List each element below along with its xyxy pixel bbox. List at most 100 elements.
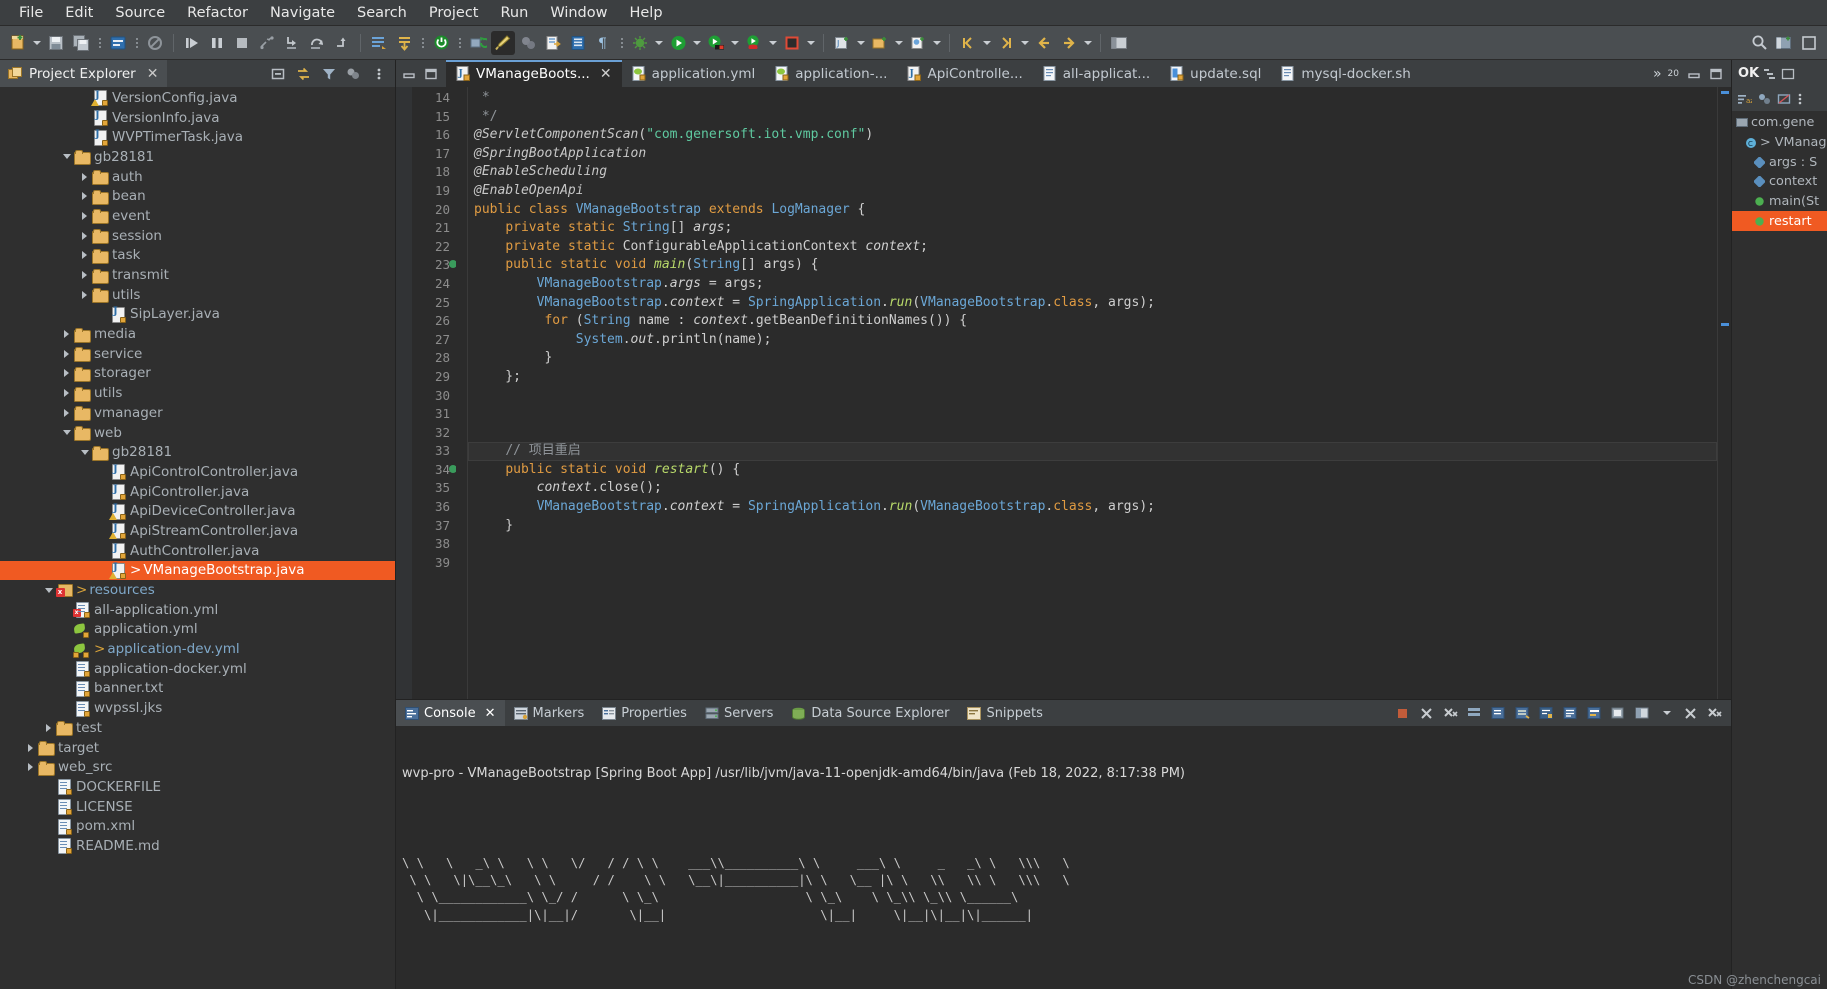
editor-tab-vmanageboots-[interactable]: J VManageBoots... ✕ <box>446 60 622 87</box>
outline-view-menu-icon[interactable] <box>1797 91 1803 107</box>
code-line[interactable] <box>468 424 1717 443</box>
stop-dropdown-caret[interactable] <box>805 32 817 54</box>
console-tab-properties[interactable]: Properties <box>593 700 696 726</box>
tree-expand-arrow[interactable] <box>78 288 91 301</box>
code-editor[interactable]: 14 15 16 17 18 19 20 21 22 23 24 25 26 27 28 29 30 31 32 33… <box>396 87 1731 699</box>
tree-expand-arrow[interactable] <box>78 190 91 203</box>
tree-item-event[interactable]: event <box>0 206 395 226</box>
toolbar-handle-2[interactable] <box>133 34 140 52</box>
code-line[interactable]: for (String name : context.getBeanDefini… <box>468 312 1717 331</box>
menu-project[interactable]: Project <box>418 2 490 24</box>
run-icon[interactable] <box>666 31 690 55</box>
code-line[interactable]: VManageBootstrap.context = SpringApplica… <box>468 294 1717 313</box>
pin-icon[interactable] <box>1608 703 1629 724</box>
search-icon[interactable] <box>1747 31 1771 55</box>
open-console-icon[interactable] <box>1632 703 1653 724</box>
stop-icon[interactable] <box>780 31 804 55</box>
tree-item-apidevicecontroller[interactable]: ApiDeviceController.java <box>0 501 395 521</box>
annotation-ruler[interactable] <box>396 87 412 699</box>
step-into-icon[interactable] <box>280 31 304 55</box>
editor-tab-all-applicat-[interactable]: all-applicat... <box>1033 60 1160 87</box>
open-perspective-icon[interactable] <box>1772 31 1796 55</box>
tree-expand-arrow[interactable] <box>78 209 91 222</box>
save-all-icon[interactable] <box>69 31 93 55</box>
resume-icon[interactable] <box>180 31 204 55</box>
console-tab-data-source-explorer[interactable]: Data Source Explorer <box>782 700 958 726</box>
tree-item-transmit[interactable]: transmit <box>0 265 395 285</box>
tree-expand-arrow[interactable] <box>60 328 73 341</box>
tree-expand-arrow[interactable] <box>78 170 91 183</box>
maximize-icon[interactable] <box>424 67 438 81</box>
package-presentation-icon[interactable] <box>343 63 364 84</box>
debug-dropdown-caret[interactable] <box>653 32 665 54</box>
editor-tab-apicontrolle-[interactable]: J ApiControlle... <box>897 60 1032 87</box>
code-line[interactable]: * <box>468 89 1717 108</box>
toolbar-handle[interactable] <box>96 34 103 52</box>
outline-tree[interactable]: com.gene C > VManag args : S context main(St r… <box>1732 111 1827 989</box>
tree-item-all-application[interactable]: x all-application.yml <box>0 600 395 620</box>
link-with-editor-icon[interactable] <box>293 63 314 84</box>
hide-fields-icon[interactable] <box>1757 92 1772 106</box>
tree-item-gb28181[interactable]: gb28181 <box>0 147 395 167</box>
project-tree[interactable]: VersionConfig.java VersionInfo.java WVPTim… <box>0 87 395 989</box>
outline-item--vmanag[interactable]: C > VManag <box>1732 133 1827 153</box>
tree-item-versionconfig[interactable]: VersionConfig.java <box>0 88 395 108</box>
pin-console-icon[interactable] <box>1464 703 1485 724</box>
new-class-icon[interactable] <box>906 31 930 55</box>
new-console-view-icon[interactable] <box>1680 703 1701 724</box>
console-tab-markers[interactable]: Markers <box>505 700 594 726</box>
tree-item-task[interactable]: task <box>0 246 395 266</box>
new-file-icon[interactable] <box>6 31 30 55</box>
tree-expand-arrow[interactable] <box>78 269 91 282</box>
tree-item-service[interactable]: service <box>0 344 395 364</box>
minimize-icon[interactable] <box>402 67 416 81</box>
back-icon[interactable] <box>1032 31 1056 55</box>
library-icon[interactable] <box>566 31 590 55</box>
editor-tab-update-sql[interactable]: update.sql <box>1160 60 1271 87</box>
show-console-icon[interactable] <box>1560 703 1581 724</box>
console-tab-console[interactable]: Console ✕ <box>396 700 505 726</box>
menu-navigate[interactable]: Navigate <box>259 2 346 24</box>
editor-tab-application-[interactable]: application-... <box>765 60 897 87</box>
terminate-icon[interactable] <box>230 31 254 55</box>
coverage-dropdown-caret[interactable] <box>729 32 741 54</box>
tree-expand-arrow[interactable] <box>60 387 73 400</box>
perspective-icon[interactable] <box>1107 31 1131 55</box>
new-java-project-icon[interactable]: J <box>830 31 854 55</box>
code-line[interactable]: context.close(); <box>468 479 1717 498</box>
tree-expand-arrow[interactable] <box>78 249 91 262</box>
run-dropdown-caret[interactable] <box>691 32 703 54</box>
tree-expand-arrow[interactable] <box>78 446 91 459</box>
new-class-caret[interactable] <box>931 32 943 54</box>
editor-tab-application-yml[interactable]: application.yml <box>622 60 766 87</box>
outline-item-com-gene[interactable]: com.gene <box>1732 113 1827 133</box>
tree-item-utils[interactable]: utils <box>0 383 395 403</box>
code-line[interactable]: private static String[] args; <box>468 219 1717 238</box>
tree-item-web-src[interactable]: web_src <box>0 757 395 777</box>
tree-item-wvptimertask[interactable]: WVPTimerTask.java <box>0 127 395 147</box>
view-menu-icon[interactable] <box>368 63 389 84</box>
tree-expand-arrow[interactable] <box>60 150 73 163</box>
view-menu-icon[interactable] <box>1704 703 1725 724</box>
collapse-all-icon[interactable] <box>268 63 289 84</box>
tree-expand-arrow[interactable] <box>60 426 73 439</box>
tree-item-utils[interactable]: utils <box>0 285 395 305</box>
tree-item-authcontroller[interactable]: AuthController.java <box>0 541 395 561</box>
previous-edit-icon[interactable] <box>956 31 980 55</box>
tree-item-selected[interactable]: >VManageBootstrap.java <box>0 560 395 581</box>
code-line[interactable]: @EnableOpenApi <box>468 182 1717 201</box>
code-line[interactable]: }; <box>468 368 1717 387</box>
open-type-icon[interactable] <box>106 31 130 55</box>
code-line[interactable] <box>468 535 1717 554</box>
new-package-icon[interactable] <box>868 31 892 55</box>
tree-expand-arrow[interactable] <box>24 741 37 754</box>
debug-icon[interactable] <box>628 31 652 55</box>
run-external-dropdown-caret[interactable] <box>767 32 779 54</box>
outline-item-context[interactable]: context <box>1732 172 1827 192</box>
tree-item-vmanager[interactable]: vmanager <box>0 403 395 423</box>
code-line-current[interactable]: // 项目重启 <box>468 442 1717 461</box>
outline-item-restart[interactable]: restart <box>1732 211 1827 232</box>
hide-static-icon[interactable] <box>1777 92 1792 106</box>
next-edit-caret[interactable] <box>1019 32 1031 54</box>
menu-window[interactable]: Window <box>539 2 618 24</box>
